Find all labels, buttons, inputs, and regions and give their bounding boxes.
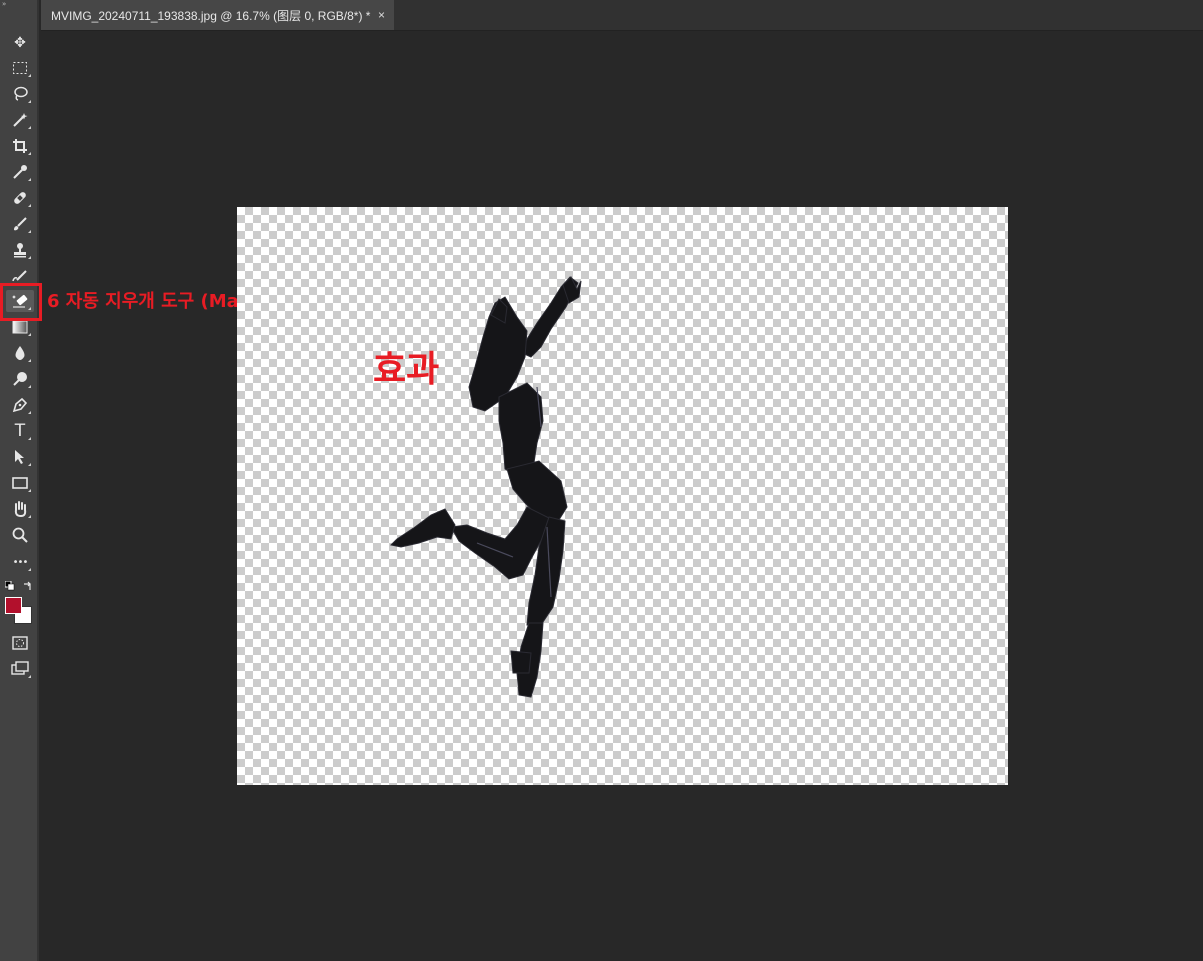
screen-mode-icon <box>11 661 29 675</box>
type-icon: T <box>14 421 26 441</box>
magic-wand-icon <box>13 113 28 127</box>
lasso-icon <box>14 86 28 101</box>
image-canvas[interactable] <box>237 207 1008 785</box>
eyedropper-icon <box>13 165 27 179</box>
gradient-icon <box>12 320 28 334</box>
dodge-icon <box>13 372 27 386</box>
brush-tool[interactable] <box>6 213 34 235</box>
dodge-tool[interactable] <box>6 368 34 390</box>
stamp-icon <box>14 243 26 258</box>
close-icon[interactable]: × <box>378 8 385 22</box>
healing-brush-tool[interactable] <box>6 187 34 209</box>
brush-icon <box>14 217 27 231</box>
effect-label: 효과 <box>373 349 440 390</box>
bandage-icon <box>14 192 26 204</box>
hand-icon <box>14 501 27 517</box>
eyedropper-tool[interactable] <box>6 161 34 183</box>
pen-icon <box>12 397 28 413</box>
blur-tool[interactable] <box>6 342 34 364</box>
rectangle-icon <box>12 477 28 489</box>
rectangle-marquee-icon <box>13 62 27 74</box>
crop-icon <box>13 139 27 153</box>
document-tab-title: MVIMG_20240711_193838.jpg @ 16.7% (图层 0,… <box>51 8 371 23</box>
document-tab-bar: MVIMG_20240711_193838.jpg @ 16.7% (图层 0,… <box>41 0 1203 31</box>
document-tab[interactable]: MVIMG_20240711_193838.jpg @ 16.7% (图层 0,… <box>41 0 394 30</box>
pen-tool[interactable] <box>6 394 34 416</box>
clone-stamp-tool[interactable] <box>6 239 34 261</box>
screen-mode-button[interactable] <box>6 658 34 680</box>
tools-panel: » ✥ T ••• <box>0 0 39 961</box>
marquee-tool[interactable] <box>6 57 34 79</box>
lasso-tool[interactable] <box>6 83 34 105</box>
move-tool[interactable]: ✥ <box>6 32 34 54</box>
type-tool[interactable]: T <box>6 420 34 442</box>
rectangle-tool[interactable] <box>6 472 34 494</box>
quick-mask-button[interactable] <box>6 632 34 654</box>
path-selection-tool[interactable] <box>6 446 34 468</box>
tool-highlight-box <box>0 283 42 321</box>
panel-collapse-grip[interactable]: » <box>2 0 37 8</box>
hand-tool[interactable] <box>6 498 34 520</box>
robot-figure-image <box>389 276 582 698</box>
crop-tool[interactable] <box>6 135 34 157</box>
foreground-color-swatch[interactable] <box>5 597 22 614</box>
quick-mask-icon <box>12 636 28 650</box>
color-controls <box>5 579 35 593</box>
more-tools[interactable]: ••• <box>6 551 34 573</box>
default-colors-icon[interactable] <box>5 581 15 591</box>
ellipsis-icon: ••• <box>12 556 29 568</box>
drop-icon <box>15 346 25 360</box>
swap-colors-icon[interactable] <box>23 581 33 591</box>
history-brush-icon <box>12 270 27 282</box>
magnifier-icon <box>12 527 28 543</box>
magic-wand-tool[interactable] <box>6 109 34 131</box>
zoom-tool[interactable] <box>6 524 34 546</box>
arrow-icon <box>15 450 24 464</box>
move-icon: ✥ <box>14 35 26 51</box>
